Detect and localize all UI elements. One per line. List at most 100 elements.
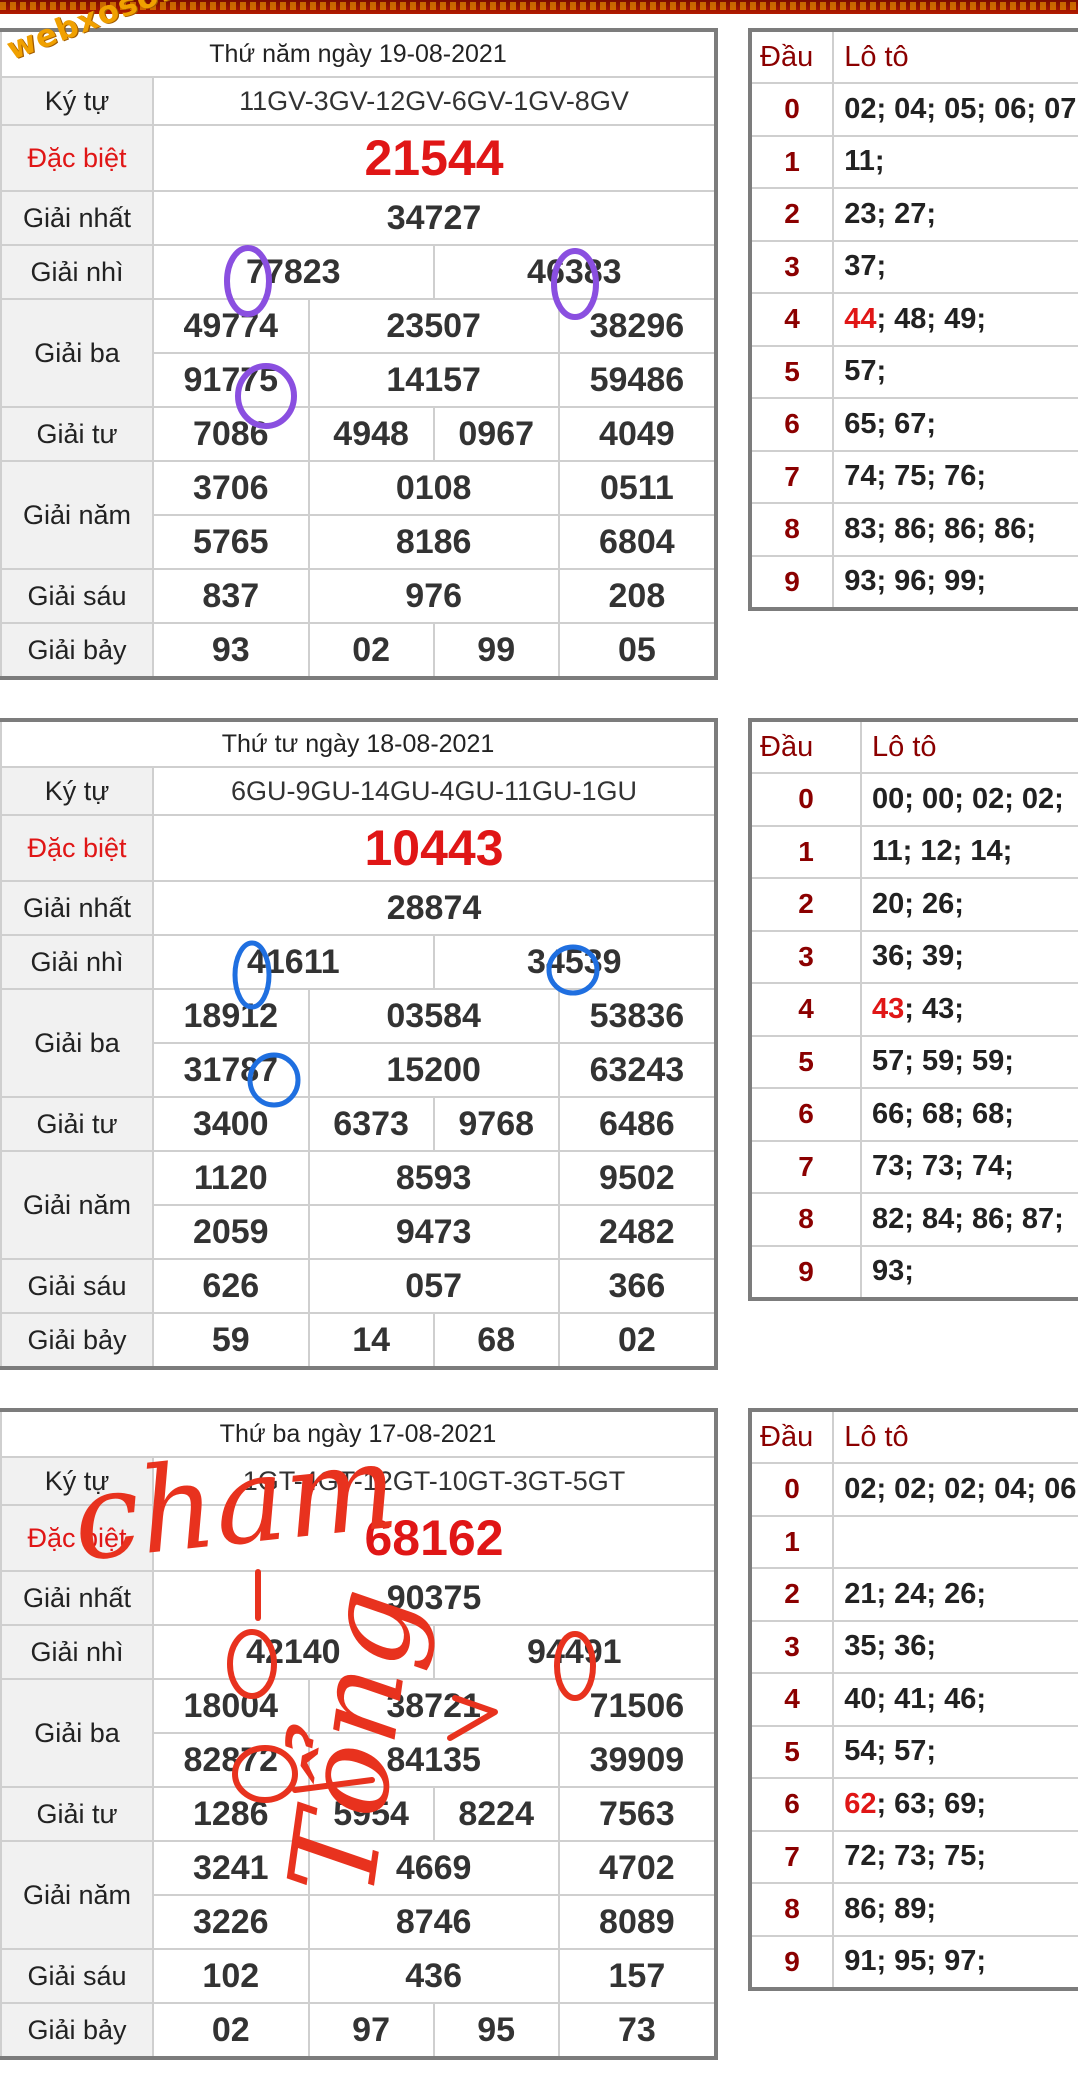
dau-header: Đầu	[748, 29, 835, 84]
loto-rest: 57;	[844, 355, 887, 388]
label-giai-tu: Giải tư	[0, 406, 154, 462]
loto-numbers: 57;	[832, 344, 1078, 399]
fifth-prize-number: 8089	[557, 1894, 718, 1950]
results-table: Thứ ba ngày 17-08-2021 Ký tự 1GT-4GT-12GT…	[0, 1408, 718, 2060]
loto-numbers	[832, 1514, 1078, 1569]
results-table: Thứ tư ngày 18-08-2021 Ký tự 6GU-9GU-14GU…	[0, 718, 718, 1370]
seventh-prize-number: 93	[152, 622, 310, 679]
loto-rest: 37;	[844, 250, 887, 283]
loto-hot-number: 43	[872, 992, 905, 1025]
sixth-prize-number: 837	[152, 568, 310, 624]
loto-hot-number: 44	[844, 302, 877, 335]
loto-numbers: 66; 68; 68;	[860, 1087, 1078, 1142]
seventh-prize-number: 14	[307, 1312, 435, 1369]
fifth-prize-number: 6804	[557, 514, 718, 570]
dau-digit: 5	[749, 1034, 862, 1089]
fourth-prize-number: 4049	[557, 406, 718, 462]
label-giai-tu: Giải tư	[0, 1096, 154, 1152]
loto-rest: 35; 36;	[844, 1630, 937, 1663]
loto-rest: 21; 24; 26;	[844, 1577, 987, 1610]
loto-rest: 93;	[872, 1255, 914, 1288]
sixth-prize-number: 436	[307, 1948, 560, 2004]
fifth-prize-number: 4669	[307, 1840, 560, 1896]
third-prize-number: 14157	[307, 352, 560, 408]
loto-numbers: 35; 36;	[832, 1619, 1078, 1674]
loto-rest: 00; 00; 02; 02;	[872, 782, 1064, 815]
dau-digit: 1	[749, 824, 862, 879]
third-prize-number: 49774	[152, 298, 310, 354]
fourth-prize-number: 8224	[432, 1786, 560, 1842]
dau-digit: 5	[748, 1724, 835, 1779]
dau-digit: 8	[748, 502, 835, 557]
loto-rest: 20; 26;	[872, 887, 964, 920]
loto-hot-number: 62	[844, 1787, 877, 1820]
second-prize-number: 77823	[152, 244, 435, 300]
dau-digit: 2	[749, 877, 862, 932]
loto-table: Đầu Lô tô 0 02; 02; 02; 04; 06; 1 2 21; 24; 2…	[748, 1408, 1078, 1991]
fifth-prize-number: 3706	[152, 460, 310, 516]
loto-rest: 72; 73; 75;	[844, 1840, 987, 1873]
fourth-prize-number: 7563	[557, 1786, 718, 1842]
loto-numbers: 40; 41; 46;	[832, 1672, 1078, 1727]
dau-digit: 8	[748, 1882, 835, 1937]
loto-header: Lô tô	[832, 1409, 1078, 1464]
dau-digit: 4	[748, 1672, 835, 1727]
loto-rest: 02; 02; 02; 04; 06;	[844, 1472, 1078, 1505]
loto-numbers: 73; 73; 74;	[860, 1139, 1078, 1194]
label-dac-biet: Đặc biệt	[0, 124, 154, 192]
loto-header: Lô tô	[832, 29, 1078, 84]
seventh-prize-number: 99	[432, 622, 560, 679]
label-giai-bay: Giải bảy	[0, 1312, 154, 1369]
fifth-prize-number: 8746	[307, 1894, 560, 1950]
loto-numbers: 93; 96; 99;	[832, 554, 1078, 610]
third-prize-number: 15200	[307, 1042, 560, 1098]
loto-rest: 57; 59; 59;	[872, 1045, 1014, 1078]
third-prize-number: 38721	[307, 1678, 560, 1734]
loto-numbers: 93;	[860, 1244, 1078, 1300]
dau-digit: 1	[748, 134, 835, 189]
sixth-prize-number: 976	[307, 568, 560, 624]
loto-rest: 66; 68; 68;	[872, 1097, 1014, 1130]
sixth-prize-number: 366	[557, 1258, 718, 1314]
sixth-prize-number: 626	[152, 1258, 310, 1314]
ky-tu-value: 11GV-3GV-12GV-6GV-1GV-8GV	[152, 76, 717, 126]
dau-digit: 1	[748, 1514, 835, 1569]
label-giai-nam: Giải năm	[0, 1840, 154, 1950]
loto-numbers: 21; 24; 26;	[832, 1567, 1078, 1622]
special-prize: 68162	[152, 1504, 717, 1572]
third-prize-number: 38296	[557, 298, 718, 354]
special-prize: 10443	[152, 814, 717, 882]
loto-rest: 83; 86; 86; 86;	[844, 512, 1037, 545]
fourth-prize-number: 4948	[307, 406, 435, 462]
loto-rest: 36; 39;	[872, 940, 964, 973]
loto-rest: 40; 41; 46;	[844, 1682, 987, 1715]
loto-numbers: 62; 63; 69;	[832, 1777, 1078, 1832]
label-giai-nhi: Giải nhì	[0, 1624, 154, 1680]
second-prize-number: 46383	[432, 244, 718, 300]
seventh-prize-number: 95	[432, 2002, 560, 2059]
dau-digit: 6	[749, 1087, 862, 1142]
label-giai-nhat: Giải nhất	[0, 1570, 154, 1626]
first-prize: 34727	[152, 190, 717, 246]
third-prize-number: 03584	[307, 988, 560, 1044]
second-prize-number: 94491	[432, 1624, 718, 1680]
dau-digit: 2	[748, 1567, 835, 1622]
third-prize-number: 84135	[307, 1732, 560, 1788]
label-giai-bay: Giải bảy	[0, 622, 154, 679]
seventh-prize-number: 02	[152, 2002, 310, 2059]
ky-tu-value: 1GT-4GT-12GT-10GT-3GT-5GT	[152, 1456, 717, 1506]
draw-date-title: Thứ ba ngày 17-08-2021	[0, 1409, 717, 1458]
loto-numbers: 20; 26;	[860, 877, 1078, 932]
dau-digit: 8	[749, 1192, 862, 1247]
loto-rest: 82; 84; 86; 87;	[872, 1202, 1064, 1235]
results-table: Thứ năm ngày 19-08-2021 Ký tự 11GV-3GV-12…	[0, 28, 718, 680]
label-giai-ba: Giải ba	[0, 298, 154, 408]
loto-rest: 02; 04; 05; 06; 07;	[844, 92, 1078, 125]
fifth-prize-number: 0511	[557, 460, 718, 516]
label-giai-ba: Giải ba	[0, 988, 154, 1098]
loto-numbers: 44; 48; 49;	[832, 292, 1078, 347]
dau-digit: 5	[748, 344, 835, 399]
dau-header: Đầu	[749, 719, 862, 774]
dau-digit: 7	[748, 449, 835, 504]
fourth-prize-number: 7086	[152, 406, 310, 462]
